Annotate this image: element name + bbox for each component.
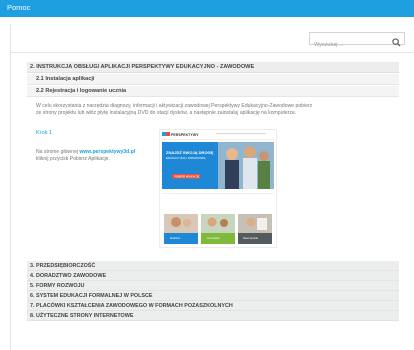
- search-icon[interactable]: [392, 34, 401, 52]
- search-row: [11, 24, 414, 53]
- section-6-header[interactable]: 6. SYSTEM EDUKACJI FORMALNEJ W POLSCE: [27, 291, 399, 301]
- section-8-title: 8. UŻYTECZNE STRONY INTERNETOWE: [30, 313, 134, 319]
- section-4-title: 4. DORADZTWO ZAWODOWE: [30, 273, 107, 279]
- website-screenshot-graphic: PERSPEKTYWY ZNAJDŹ SWOJĄ DROGĘ EDUKACYJN…: [160, 130, 276, 247]
- help-panel: 2. INSTRUKCJA OBSŁUGI APLIKACJI PERSPEKT…: [10, 24, 414, 350]
- subsection-2-2[interactable]: 2.2 Rejestracja i logowanie ucznia: [27, 86, 399, 97]
- screenshot-tile2-label: Uczniowie: [207, 236, 220, 240]
- search-box: [309, 32, 405, 51]
- section-3-header[interactable]: 3. PRZEDSIĘBIORCZOŚĆ: [27, 261, 399, 271]
- screenshot-banner-button: POBIERZ APLIKACJĘ: [175, 175, 200, 178]
- step-label: Krok 1: [36, 130, 53, 136]
- intro-line-2: ze strony projektu lub włóż płytę instal…: [36, 109, 297, 116]
- title-bar: Pomoc: [0, 0, 414, 17]
- search-input[interactable]: [310, 39, 388, 51]
- section-3-title: 3. PRZEDSIĘBIORCZOŚĆ: [30, 263, 96, 269]
- section-5-title: 5. FORMY ROZWOJU: [30, 283, 85, 289]
- website-screenshot-image: PERSPEKTYWY ZNAJDŹ SWOJĄ DROGĘ EDUKACYJN…: [159, 129, 277, 248]
- screenshot-banner-line2: EDUKACYJNĄ I ZAWODOWĄ: [166, 156, 205, 160]
- section-6-title: 6. SYSTEM EDUKACJI FORMALNEJ W POLSCE: [30, 293, 153, 299]
- intro-paragraph: W celu skorzystania z narzędzia diagnozy…: [36, 103, 386, 116]
- note-line-2: kliknij przycisk Pobierz Aplikacje.: [36, 155, 110, 162]
- section-2-header[interactable]: 2. INSTRUKCJA OBSŁUGI APLIKACJI PERSPEKT…: [27, 62, 399, 78]
- screenshot-tile1-label: Rodzice: [170, 236, 181, 240]
- screenshot-banner-line1: ZNAJDŹ SWOJĄ DROGĘ: [166, 150, 214, 155]
- intro-line-1: W celu skorzystania z narzędzia diagnozy…: [36, 103, 313, 109]
- screenshot-tile3-label: Nauczyciele: [243, 236, 259, 240]
- subsection-2-1-label: 2.1 Instalacja aplikacji: [36, 76, 95, 82]
- subsection-2-1[interactable]: 2.1 Instalacja aplikacji: [27, 74, 399, 85]
- section-7-title: 7. PLACÓWKI KSZTAŁCENIA ZAWODOWEGO W FOR…: [30, 303, 233, 309]
- section-2-title: 2. INSTRUKCJA OBSŁUGI APLIKACJI PERSPEKT…: [30, 64, 255, 70]
- website-link[interactable]: www.perspektywy3d.pl: [79, 149, 135, 155]
- section-4-header[interactable]: 4. DORADZTWO ZAWODOWE: [27, 271, 399, 281]
- section-8-header[interactable]: 8. UŻYTECZNE STRONY INTERNETOWE: [27, 311, 399, 321]
- step-note: Na stronie głównej www.perspektywy3d.pl …: [36, 149, 135, 162]
- subsection-2-2-label: 2.2 Rejestracja i logowanie ucznia: [36, 88, 127, 94]
- section-list: 3. PRZEDSIĘBIORCZOŚĆ 4. DORADZTWO ZAWODO…: [27, 261, 399, 321]
- note-prefix: Na stronie głównej: [36, 149, 80, 155]
- app-title: Pomoc: [7, 3, 31, 12]
- section-5-header[interactable]: 5. FORMY ROZWOJU: [27, 281, 399, 291]
- screenshot-logo-text: PERSPEKTYWY: [171, 133, 199, 137]
- section-7-header[interactable]: 7. PLACÓWKI KSZTAŁCENIA ZAWODOWEGO W FOR…: [27, 301, 399, 311]
